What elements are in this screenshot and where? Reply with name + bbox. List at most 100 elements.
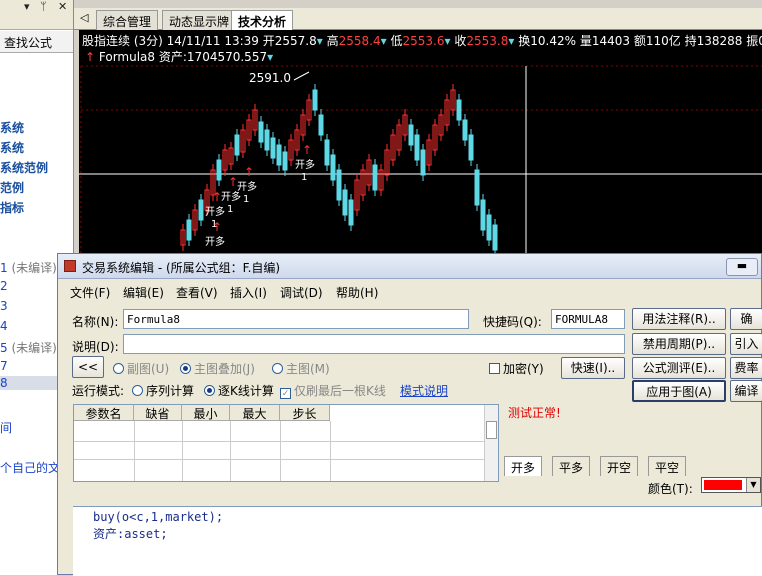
disable-period-button[interactable]: 禁用周期(P).. <box>632 333 726 355</box>
candle <box>408 124 414 146</box>
list-item[interactable]: 3 <box>0 299 8 313</box>
candle <box>264 129 270 151</box>
name-input[interactable] <box>123 309 469 329</box>
candle <box>462 119 468 141</box>
candle <box>270 137 276 159</box>
list-item[interactable]: 1 (未编译) <box>0 259 57 276</box>
confirm-button[interactable]: 确 <box>730 308 762 330</box>
tree-item-indicator[interactable]: 指标 <box>0 199 24 216</box>
col-max: 最大 <box>230 405 280 421</box>
app-icon <box>64 260 76 272</box>
radio-overlay[interactable]: 主图叠加(J) <box>180 360 255 377</box>
candle <box>324 139 330 166</box>
signal-label: 开多 <box>295 158 315 171</box>
pin-icon[interactable]: ᛘ <box>40 0 47 13</box>
candle <box>420 149 426 176</box>
list-item-tag: (未编译) <box>11 261 57 275</box>
tree-item-system-example[interactable]: 系统范例 <box>0 159 48 176</box>
code-editor[interactable]: buy(o<c,1,market); 资产:asset; <box>73 506 762 576</box>
menu-help[interactable]: 帮助(H) <box>336 284 378 301</box>
radio-sequence[interactable]: 序列计算 <box>132 382 194 399</box>
list-item-num: 1 <box>0 261 8 275</box>
shortcut-input[interactable] <box>551 309 625 329</box>
signal-arrow-icon: ↑ <box>244 165 254 179</box>
close-icon[interactable]: ✕ <box>58 0 67 13</box>
trading-system-editor-dialog: 交易系统编辑 - (所属公式组：F.自编) ▬ 文件(F) 编辑(E) 查看(V… <box>57 253 762 576</box>
code-line-1: buy(o<c,1,market); <box>93 510 224 524</box>
dropdown-icon[interactable]: ▾ <box>24 0 30 13</box>
candle <box>282 151 288 171</box>
col-min: 最小 <box>182 405 230 421</box>
name-label: 名称(N): <box>72 315 119 329</box>
candle <box>342 189 348 216</box>
tab-close-long[interactable]: 平多 <box>552 456 591 476</box>
tab-technical-analysis[interactable]: 技术分析 <box>231 10 294 30</box>
tab-scroll-icon[interactable]: ◁ <box>80 11 88 24</box>
list-item[interactable]: 4 <box>0 319 8 333</box>
param-table[interactable]: 参数名 缺省 最小 最大 步长 <box>73 404 499 482</box>
tab-open-long[interactable]: 开多 <box>504 456 543 476</box>
candle <box>486 214 492 241</box>
menu-view[interactable]: 查看(V) <box>176 284 218 301</box>
list-item[interactable]: 7 <box>0 359 8 373</box>
menu-edit[interactable]: 编辑(E) <box>123 284 164 301</box>
minimize-button[interactable]: ▬ <box>726 258 758 276</box>
signal-count: 1 <box>301 172 307 183</box>
list-item[interactable]: 个自己的文 <box>0 459 60 476</box>
tab-dynamic-board[interactable]: 动态显示牌 <box>162 10 237 30</box>
candle <box>480 199 486 231</box>
price-chart[interactable]: 股指连续 (3分) 14/11/11 13:39 开2557.8▾ 高2558.… <box>79 30 762 255</box>
list-item[interactable]: 5 (未编译) <box>0 339 57 356</box>
last-bar-only-checkbox[interactable]: ✓ 仅刷最后一根K线 <box>280 382 386 399</box>
chevron-down-icon[interactable]: ▼ <box>746 478 760 492</box>
search-formula-label[interactable]: 查找公式 <box>4 34 52 51</box>
mode-help-link[interactable]: 模式说明 <box>400 382 448 399</box>
encrypt-checkbox[interactable]: 加密(Y) <box>489 360 544 377</box>
list-item-tag: (未编译) <box>11 341 57 355</box>
signal-arrow-icon: ↑ <box>212 220 222 234</box>
fast-button[interactable]: 快速(I).. <box>561 357 625 379</box>
list-item-num: 5 <box>0 341 8 355</box>
candle <box>492 224 498 251</box>
panel-header: ▾ ᛘ ✕ 查找公式 <box>0 0 73 50</box>
candle <box>234 134 240 156</box>
import-button[interactable]: 引入 <box>730 333 762 355</box>
list-item[interactable]: 间 <box>0 419 12 436</box>
menu-bar: 文件(F) 编辑(E) 查看(V) 插入(I) 调试(D) 帮助(H) <box>58 281 761 301</box>
usage-note-button[interactable]: 用法注释(R).. <box>632 308 726 330</box>
candle <box>414 134 420 161</box>
menu-insert[interactable]: 插入(I) <box>230 284 267 301</box>
candle <box>312 89 318 111</box>
candlestick-area: ↑开多1↑开多1↑开多1↑开多1↑开多 <box>79 65 762 255</box>
apply-to-chart-button[interactable]: 应用于图(A) <box>632 380 726 402</box>
tab-close-short[interactable]: 平空 <box>648 456 687 476</box>
shortcut-label: 快捷码(Q): <box>483 315 542 329</box>
candle <box>468 134 474 161</box>
desc-label: 说明(D): <box>72 340 119 354</box>
dialog-titlebar[interactable]: 交易系统编辑 - (所属公式组：F.自编) ▬ <box>58 254 761 279</box>
run-mode-label: 运行模式: <box>72 384 125 398</box>
formula-evaluate-button[interactable]: 公式测评(E).. <box>632 357 726 379</box>
radio-mainchart[interactable]: 主图(M) <box>272 360 330 377</box>
collapse-button[interactable]: << <box>72 356 104 378</box>
tab-open-short[interactable]: 开空 <box>600 456 639 476</box>
radio-per-bar[interactable]: 逐K线计算 <box>204 382 274 399</box>
signal-count: 1 <box>243 194 249 205</box>
tab-general[interactable]: 综合管理 <box>96 10 159 30</box>
tree-item-example[interactable]: 范例 <box>0 179 24 196</box>
list-item[interactable]: 2 <box>0 279 8 293</box>
tree-item-system[interactable]: 系统 <box>0 119 24 136</box>
menu-file[interactable]: 文件(F) <box>70 284 110 301</box>
candle <box>336 169 342 201</box>
color-picker[interactable]: ▼ <box>701 477 761 493</box>
candle <box>198 199 204 221</box>
tree-item-system2[interactable]: 系统 <box>0 139 24 156</box>
fee-button[interactable]: 费率 <box>730 357 762 379</box>
list-item-num: 8 <box>0 376 8 390</box>
menu-debug[interactable]: 调试(D) <box>280 284 323 301</box>
compile-button[interactable]: 编译 <box>730 380 762 402</box>
radio-subchart[interactable]: 副图(U) <box>113 360 169 377</box>
candle <box>258 121 264 143</box>
desc-input[interactable] <box>123 334 625 354</box>
param-scrollbar[interactable] <box>484 405 498 481</box>
